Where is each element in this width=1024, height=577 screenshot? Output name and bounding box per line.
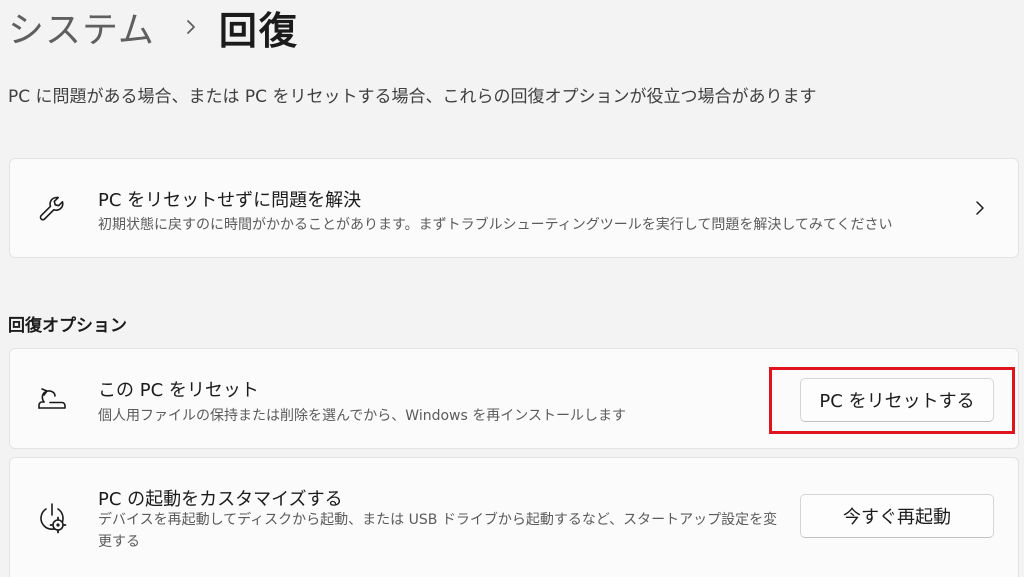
reset-pc-button[interactable]: PC をリセットする [800,378,994,422]
wrench-icon [34,191,70,227]
reset-pc-icon [34,381,70,417]
page-description: PC に問題がある場合、または PC をリセットする場合、これらの回復オプション… [8,87,817,107]
advanced-startup-subtitle: デバイスを再起動してディスクから起動、または USB ドライブから起動するなど、… [98,512,778,550]
reset-pc-title: この PC をリセット [98,380,259,401]
chevron-right-icon [976,201,984,215]
section-heading-recovery-options: 回復オプション [8,316,127,336]
breadcrumb-parent-link[interactable]: システム [8,1,155,53]
troubleshoot-title: PC をリセットせずに問題を解決 [98,190,362,211]
advanced-startup-title: PC の起動をカスタマイズする [98,489,343,510]
advanced-startup-icon [34,500,70,536]
troubleshoot-subtitle: 初期状態に戻すのに時間がかかることがあります。まずトラブルシューティングツールを… [98,217,893,233]
troubleshoot-card[interactable]: PC をリセットせずに問題を解決 初期状態に戻すのに時間がかかることがあります。… [9,158,1019,258]
chevron-right-icon [187,20,195,34]
restart-now-button[interactable]: 今すぐ再起動 [800,494,994,538]
page-title: 回復 [218,8,299,53]
reset-pc-subtitle: 個人用ファイルの保持または削除を選んでから、Windows を再インストールしま… [98,408,626,424]
breadcrumb: システム 回復 [8,1,299,53]
